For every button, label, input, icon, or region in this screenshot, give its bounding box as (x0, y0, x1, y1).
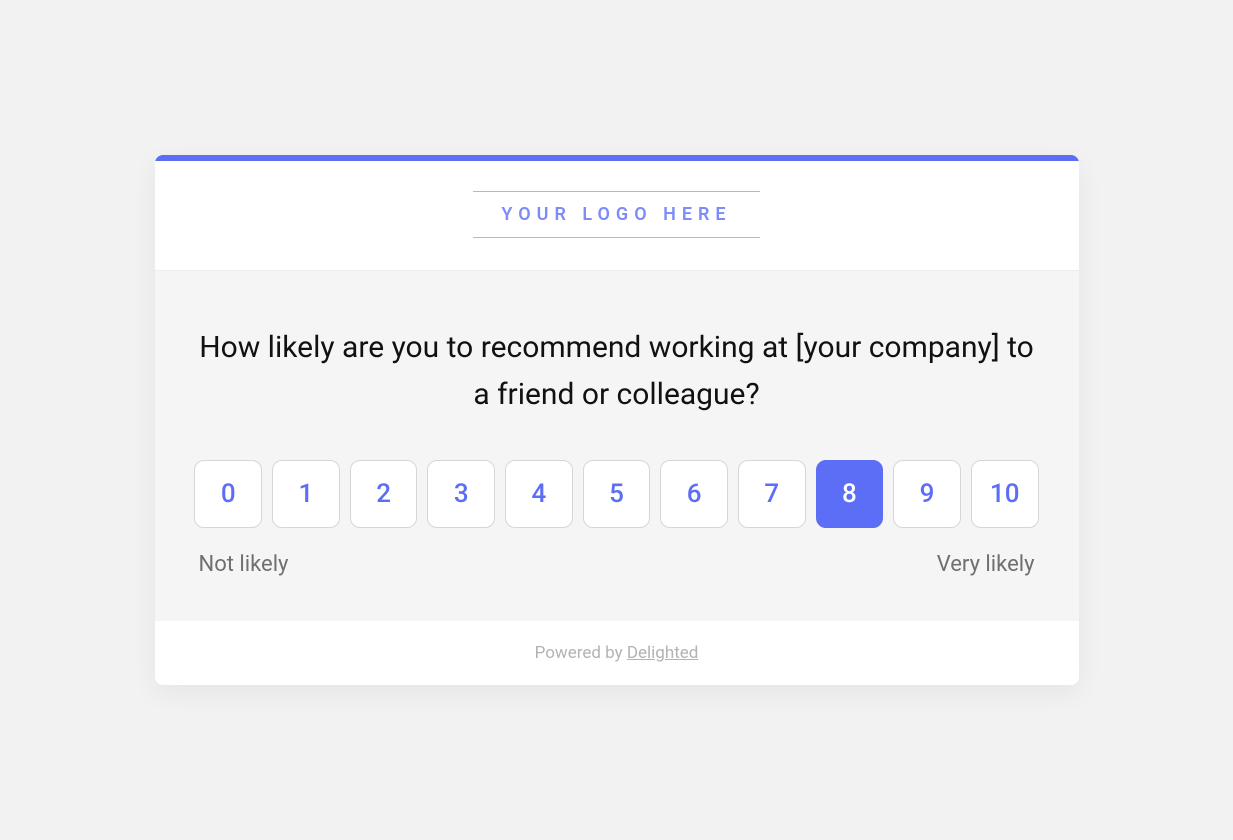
survey-question: How likely are you to recommend working … (195, 325, 1039, 418)
rating-option-5[interactable]: 5 (583, 460, 651, 528)
logo-section: YOUR LOGO HERE (155, 161, 1079, 271)
logo-placeholder: YOUR LOGO HERE (473, 191, 759, 238)
footer: Powered by Delighted (155, 621, 1079, 685)
rating-option-8[interactable]: 8 (816, 460, 884, 528)
survey-card: YOUR LOGO HERE How likely are you to rec… (155, 155, 1079, 685)
rating-option-6[interactable]: 6 (660, 460, 728, 528)
rating-option-7[interactable]: 7 (738, 460, 806, 528)
rating-option-0[interactable]: 0 (194, 460, 262, 528)
rating-option-3[interactable]: 3 (427, 460, 495, 528)
rating-scale: 0 1 2 3 4 5 6 7 8 9 10 (195, 460, 1039, 528)
rating-labels: Not likely Very likely (195, 552, 1039, 577)
footer-prefix: Powered by (535, 643, 627, 663)
rating-option-4[interactable]: 4 (505, 460, 573, 528)
rating-option-2[interactable]: 2 (350, 460, 418, 528)
rating-option-10[interactable]: 10 (971, 460, 1039, 528)
rating-label-high: Very likely (937, 552, 1035, 577)
question-section: How likely are you to recommend working … (155, 271, 1079, 621)
rating-label-low: Not likely (199, 552, 289, 577)
footer-link[interactable]: Delighted (627, 643, 699, 663)
rating-option-9[interactable]: 9 (893, 460, 961, 528)
rating-option-1[interactable]: 1 (272, 460, 340, 528)
